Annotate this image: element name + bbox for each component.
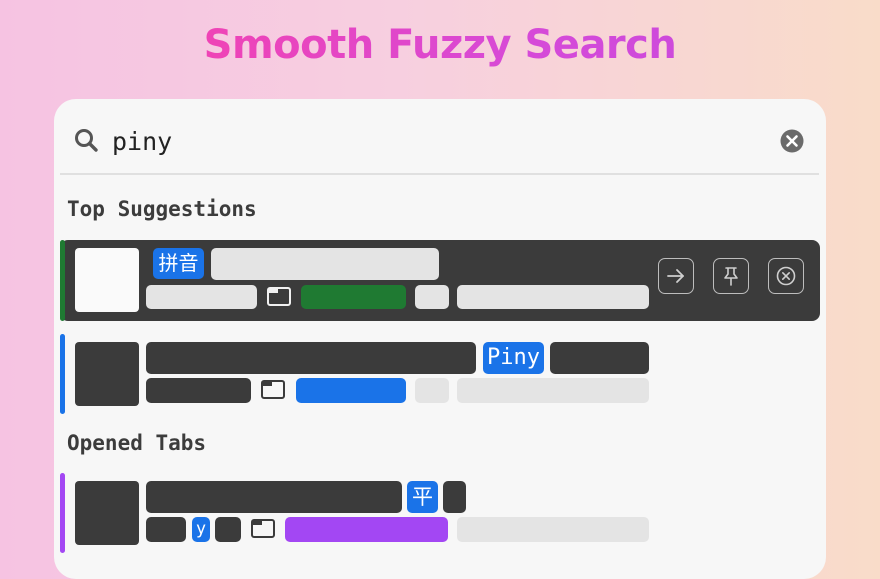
close-button[interactable] bbox=[768, 258, 804, 294]
search-divider bbox=[60, 173, 819, 175]
description-placeholder bbox=[457, 378, 649, 403]
section-title-top-suggestions: Top Suggestions bbox=[67, 197, 257, 221]
group-label bbox=[285, 517, 448, 542]
accent-bar bbox=[60, 334, 65, 414]
search-bar bbox=[54, 99, 826, 174]
accent-bar bbox=[60, 240, 65, 321]
folder-icon bbox=[251, 519, 275, 543]
url-placeholder bbox=[215, 517, 241, 542]
title-placeholder bbox=[550, 342, 649, 374]
url-placeholder bbox=[146, 378, 251, 403]
meta-placeholder bbox=[415, 378, 449, 403]
favicon-placeholder bbox=[75, 481, 139, 545]
description-placeholder bbox=[457, 517, 649, 542]
result-row[interactable]: 拼音 bbox=[60, 240, 820, 321]
search-input[interactable] bbox=[112, 121, 712, 161]
pin-icon bbox=[724, 267, 738, 286]
clear-icon bbox=[780, 129, 804, 153]
title-placeholder bbox=[443, 481, 466, 513]
match-highlight: 平 bbox=[407, 481, 438, 513]
close-circle-icon bbox=[776, 266, 796, 286]
title-placeholder bbox=[146, 342, 476, 374]
group-label bbox=[301, 285, 406, 309]
folder-icon bbox=[267, 287, 291, 311]
favicon-placeholder bbox=[75, 248, 139, 312]
url-match-highlight: y bbox=[192, 517, 210, 542]
open-button[interactable] bbox=[658, 258, 694, 294]
pin-button[interactable] bbox=[713, 258, 749, 294]
folder-icon bbox=[261, 380, 285, 404]
arrow-right-icon bbox=[667, 269, 684, 283]
result-row[interactable]: 平 y bbox=[60, 473, 820, 553]
clear-search-button[interactable] bbox=[780, 129, 804, 153]
match-highlight: Piny bbox=[483, 342, 544, 374]
meta-placeholder bbox=[415, 285, 449, 309]
url-placeholder bbox=[146, 285, 257, 309]
group-label bbox=[296, 378, 406, 403]
search-icon bbox=[74, 128, 100, 154]
favicon-placeholder bbox=[75, 342, 139, 406]
headline: Smooth Fuzzy Search bbox=[0, 22, 880, 68]
match-highlight: 拼音 bbox=[153, 248, 204, 279]
url-placeholder bbox=[146, 517, 186, 542]
accent-bar bbox=[60, 473, 65, 553]
title-placeholder bbox=[211, 248, 439, 280]
search-panel: Top Suggestions 拼音 bbox=[54, 99, 826, 579]
title-placeholder bbox=[146, 481, 402, 513]
result-row[interactable]: Piny bbox=[60, 334, 820, 414]
description-placeholder bbox=[457, 285, 649, 309]
section-title-opened-tabs: Opened Tabs bbox=[67, 431, 207, 455]
